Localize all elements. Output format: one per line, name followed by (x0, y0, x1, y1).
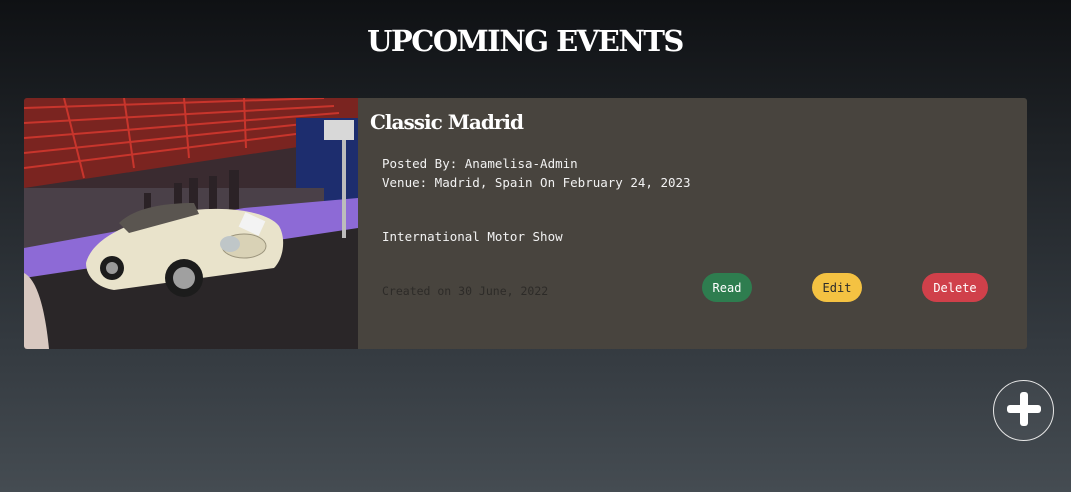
plus-icon (1006, 391, 1042, 431)
delete-button[interactable]: Delete (922, 273, 988, 302)
add-event-button[interactable] (993, 380, 1054, 441)
event-posted-by: Posted By: Anamelisa-Admin (382, 156, 578, 171)
event-title: Classic Madrid (370, 110, 524, 134)
event-card: Classic Madrid Posted By: Anamelisa-Admi… (24, 98, 1027, 349)
event-venue: Venue: Madrid, Spain On February 24, 202… (382, 175, 691, 190)
edit-button[interactable]: Edit (812, 273, 862, 302)
event-created-date: Created on 30 June, 2022 (382, 284, 549, 298)
event-image (24, 98, 358, 349)
event-body: Classic Madrid Posted By: Anamelisa-Admi… (358, 98, 1027, 349)
page-title: UPCOMING EVENTS (367, 24, 684, 58)
read-button[interactable]: Read (702, 273, 752, 302)
event-description: International Motor Show (382, 229, 563, 244)
